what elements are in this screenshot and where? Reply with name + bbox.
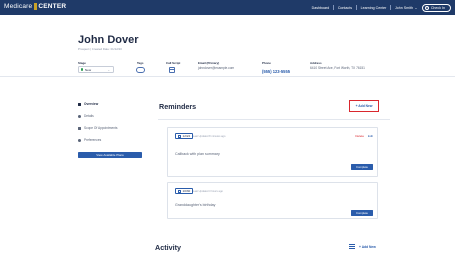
tags-label: Tags — [137, 61, 144, 65]
reminder-card: 10/30 Last Updated 3 hours ago Granddaug… — [167, 182, 378, 219]
section-divider — [158, 119, 390, 120]
reminder-updated: Last Updated 8 minutes ago — [193, 134, 226, 138]
complete-reminder-button[interactable]: Complete — [351, 164, 373, 170]
sidebar-item-label: Scope Of Appointments — [84, 126, 118, 130]
add-activity-button[interactable]: + Add New — [359, 245, 376, 249]
reminder-date: 12/22 — [182, 134, 191, 138]
person-icon — [78, 114, 81, 118]
brand-left: Medicare — [4, 3, 33, 10]
contact-created-date: Prospect | Created Date: 01/12/20 — [78, 47, 122, 51]
reminder-date-chip: 12/22 — [175, 133, 194, 139]
reminder-text: Callback with plan summary — [175, 152, 220, 156]
complete-reminder-button[interactable]: Complete — [351, 210, 373, 216]
reminder-card: 12/22 Last Updated 8 minutes ago Delete … — [167, 127, 378, 177]
nav-dashboard[interactable]: Dashboard — [308, 6, 334, 10]
sidebar-item-details[interactable]: Details — [78, 114, 94, 118]
sidebar-item-scope-of-appointments[interactable]: Scope Of Appointments — [78, 126, 118, 130]
filter-icon[interactable] — [349, 244, 355, 249]
contact-name: John Dover — [78, 34, 139, 46]
call-script-icon[interactable] — [169, 67, 175, 73]
reminder-date: 10/30 — [182, 189, 191, 193]
chevron-down-icon: ⌄ — [107, 68, 110, 72]
view-available-plans-button[interactable]: View Available Plans — [78, 152, 142, 158]
brand-bar-icon — [33, 3, 37, 10]
reminder-text: Granddaughter's birthday — [175, 203, 216, 207]
nav-learning-center[interactable]: Learning Center — [357, 6, 391, 10]
email-label: Email (Primary) — [198, 61, 220, 65]
call-script-label: Call Script — [166, 61, 181, 65]
nav-contacts[interactable]: Contacts — [334, 6, 356, 10]
address-label: Address — [310, 61, 322, 65]
home-icon — [78, 102, 81, 106]
brand-right: CENTER — [38, 3, 67, 10]
stage-value: New — [84, 67, 92, 72]
delete-reminder-link[interactable]: Delete — [355, 134, 364, 138]
calendar-icon — [78, 126, 81, 130]
status-dot-icon — [81, 68, 84, 71]
sidebar-item-label: Details — [84, 114, 94, 118]
top-nav: Medicare CENTER Dashboard Contacts Learn… — [0, 0, 455, 15]
phone-value[interactable]: (555) 123-5555 — [262, 69, 290, 74]
brand-logo[interactable]: Medicare CENTER — [4, 3, 66, 10]
sidebar-item-label: Preferences — [84, 138, 102, 142]
nav-links: Dashboard Contacts Learning Center John … — [308, 0, 451, 15]
sidebar-item-label: Overview — [84, 102, 99, 106]
calendar-icon — [178, 189, 181, 193]
check-in-button[interactable]: ✓ Check In — [422, 3, 451, 12]
reminders-title: Reminders — [159, 102, 197, 111]
check-icon: ✓ — [425, 5, 430, 10]
user-menu[interactable]: John Smith ⌄ — [391, 6, 421, 10]
edit-reminder-link[interactable]: Edit — [368, 134, 373, 138]
chevron-down-icon: ⌄ — [414, 5, 418, 10]
check-in-label: Check In — [430, 5, 445, 10]
stage-label: Stage — [78, 61, 86, 65]
tag-icon[interactable] — [136, 67, 145, 73]
reminder-updated: Last Updated 3 hours ago — [193, 189, 223, 193]
stage-select[interactable]: New ⌄ — [78, 66, 114, 73]
gear-icon — [78, 138, 81, 142]
user-name: John Smith — [394, 5, 413, 10]
email-value[interactable]: johndover@example.com — [198, 66, 234, 70]
add-reminder-button[interactable]: + Add New — [349, 100, 379, 112]
calendar-icon — [178, 134, 181, 138]
sidebar-item-overview[interactable]: Overview — [78, 102, 98, 106]
reminder-date-chip: 10/30 — [175, 188, 194, 194]
address-value: 6410 Street Ave, Fort Worth, TX 76151 — [310, 66, 365, 70]
phone-label: Phone — [262, 61, 271, 65]
activity-title: Activity — [155, 243, 181, 252]
sidebar-item-preferences[interactable]: Preferences — [78, 138, 101, 142]
